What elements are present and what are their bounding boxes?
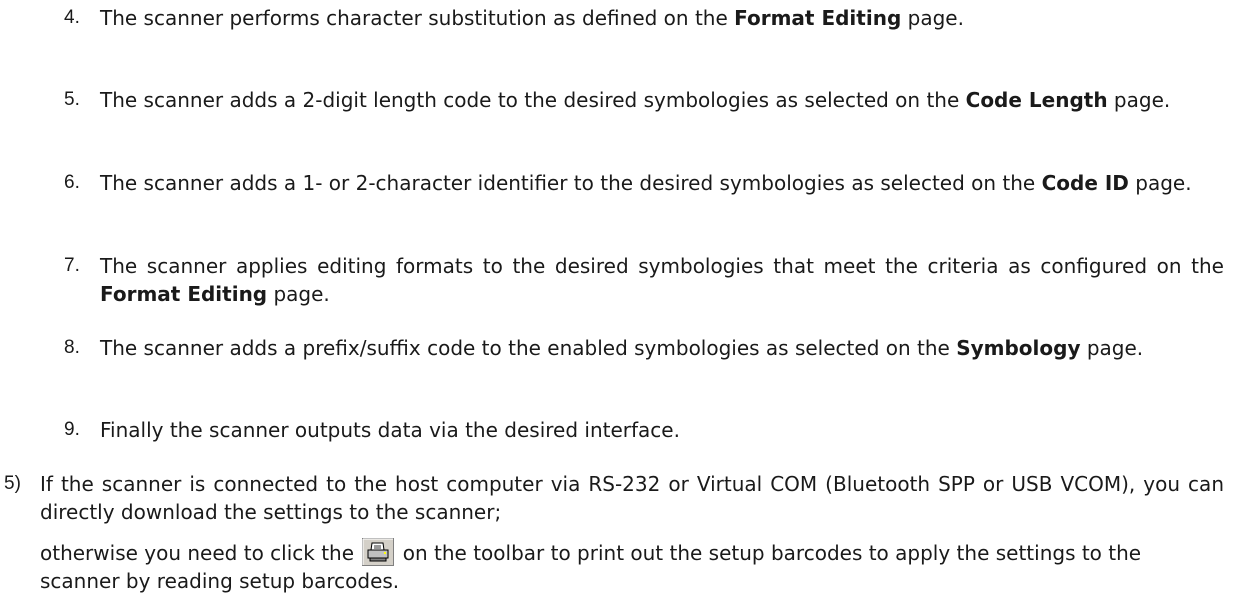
page-reference: Format Editing: [734, 6, 902, 30]
list-text: The scanner adds a 2-digit length code t…: [100, 88, 1171, 112]
list-item: 5. The scanner adds a 2-digit length cod…: [64, 86, 1224, 114]
outer-list-line1: If the scanner is connected to the host …: [40, 472, 1224, 524]
list-number: 5.: [64, 89, 80, 110]
list-text: The scanner adds a 1- or 2-character ide…: [100, 171, 1192, 195]
list-text: The scanner adds a prefix/suffix code to…: [100, 336, 1144, 360]
list-text: Finally the scanner outputs data via the…: [100, 418, 680, 442]
list-number: 6.: [64, 172, 80, 193]
list-number: 8.: [64, 337, 80, 358]
list-number: 9.: [64, 419, 80, 440]
printer-icon: [362, 538, 395, 566]
page-reference: Code ID: [1041, 171, 1129, 195]
outer-list-number: 5): [4, 473, 21, 494]
list-item: 4. The scanner performs character substi…: [64, 4, 1224, 32]
list-item: 7. The scanner applies editing formats t…: [64, 252, 1224, 308]
list-item: 9. Finally the scanner outputs data via …: [64, 416, 1224, 444]
page-reference: Format Editing: [100, 282, 268, 306]
outer-list-line2: otherwise you need to click the on the t…: [4, 538, 1224, 595]
list-item: 6. The scanner adds a 1- or 2-character …: [64, 169, 1224, 197]
list-number: 7.: [64, 255, 80, 276]
outer-list-item: 5) If the scanner is connected to the ho…: [4, 470, 1224, 595]
list-text: The scanner performs character substitut…: [100, 6, 964, 30]
document-page: 4. The scanner performs character substi…: [0, 0, 1238, 603]
list-item: 8. The scanner adds a prefix/suffix code…: [64, 334, 1224, 362]
list-text: The scanner applies editing formats to t…: [100, 254, 1224, 306]
page-reference: Symbology: [956, 336, 1081, 360]
page-reference: Code Length: [965, 88, 1108, 112]
list-number: 4.: [64, 7, 80, 28]
